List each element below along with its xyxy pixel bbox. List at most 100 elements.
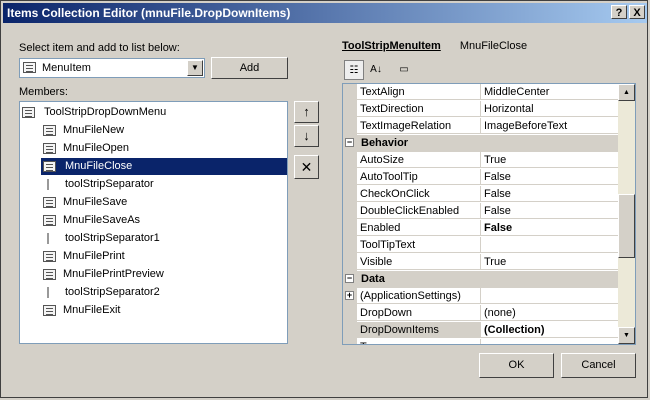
property-scrollbar[interactable]: ▲ ▼ (618, 84, 635, 344)
property-value[interactable]: True (481, 254, 619, 270)
property-name: TextDirection (357, 101, 481, 117)
property-name: T (357, 339, 481, 344)
members-label: Members: (19, 86, 68, 98)
list-item[interactable]: MnuFileOpen (41, 140, 287, 157)
scroll-thumb[interactable] (618, 194, 635, 258)
property-row[interactable]: AutoSize True (343, 152, 619, 169)
property-row[interactable]: T (343, 339, 619, 344)
list-item[interactable]: toolStripSeparator (41, 176, 287, 193)
property-row[interactable]: CheckOnClick False (343, 186, 619, 203)
item-type-combo[interactable]: MenuItem ▼ (19, 58, 205, 78)
property-name: DoubleClickEnabled (357, 203, 481, 219)
property-value[interactable]: MiddleCenter (481, 84, 619, 100)
remove-button[interactable]: ✕ (294, 155, 319, 179)
collapse-icon[interactable]: − (345, 138, 354, 147)
property-value[interactable]: True (481, 152, 619, 168)
list-item[interactable]: MnuFileSave (41, 194, 287, 211)
alphabetical-icon[interactable]: A↓ (366, 60, 386, 80)
property-value[interactable] (481, 339, 619, 344)
category-label: Data (361, 273, 385, 285)
members-tree[interactable]: ToolStripDropDownMenu MnuFileNew MnuFileOp… (19, 101, 288, 344)
scroll-down-icon[interactable]: ▼ (618, 327, 635, 344)
list-item-label: MnuFilePrintPreview (63, 268, 164, 280)
property-row[interactable]: Visible True (343, 254, 619, 271)
cancel-button[interactable]: Cancel (561, 353, 636, 378)
property-value[interactable] (481, 237, 619, 253)
category-label: Behavior (361, 137, 409, 149)
property-value[interactable]: False (481, 220, 619, 236)
dropdown-menu-icon (22, 107, 35, 118)
property-value[interactable]: ImageBeforeText (481, 118, 619, 134)
property-name: TextImageRelation (357, 118, 481, 134)
list-item-label: MnuFileClose (65, 160, 133, 172)
move-up-button[interactable]: ↑ (294, 101, 319, 123)
menu-item-icon (43, 143, 56, 154)
menu-item-icon (43, 161, 56, 172)
arrow-up-icon: ↑ (303, 104, 310, 119)
property-row[interactable]: AutoToolTip False (343, 169, 619, 186)
list-item[interactable]: MnuFileClose (41, 158, 287, 175)
row-gutter (343, 322, 357, 339)
expand-icon[interactable]: + (345, 291, 354, 300)
property-value[interactable]: False (481, 169, 619, 185)
list-item[interactable]: MnuFileNew (41, 122, 287, 139)
list-item[interactable]: MnuFileSaveAs (41, 212, 287, 229)
chevron-down-icon[interactable]: ▼ (187, 60, 203, 76)
property-row[interactable]: DoubleClickEnabled False (343, 203, 619, 220)
property-row[interactable]: DropDownItems (Collection) (343, 322, 619, 339)
property-pages-icon[interactable]: ▭ (394, 60, 414, 80)
property-row[interactable]: TextDirection Horizontal (343, 101, 619, 118)
scroll-up-icon[interactable]: ▲ (618, 84, 635, 101)
select-item-label: Select item and add to list below: (19, 42, 180, 54)
property-row[interactable]: TextImageRelation ImageBeforeText (343, 118, 619, 135)
list-item[interactable]: toolStripSeparator1 (41, 230, 287, 247)
list-item[interactable]: MnuFilePrintPreview (41, 266, 287, 283)
help-button[interactable]: ? (611, 5, 627, 19)
categorized-icon[interactable]: ☷ (344, 60, 364, 80)
property-value[interactable] (481, 288, 619, 304)
list-item[interactable]: toolStripSeparator2 (41, 284, 287, 301)
list-item-label: toolStripSeparator1 (65, 232, 160, 244)
row-gutter (343, 254, 357, 271)
property-grid[interactable]: TDropDownItems(Collection)DropDown(none)… (342, 83, 636, 345)
move-down-button[interactable]: ↓ (294, 125, 319, 147)
collapse-icon[interactable]: − (345, 274, 354, 283)
property-category[interactable]: − Data (343, 271, 619, 288)
menu-item-icon (43, 215, 56, 226)
remove-icon: ✕ (300, 159, 313, 175)
menu-item-icon (43, 197, 56, 208)
separator-icon (47, 233, 49, 244)
row-gutter (343, 152, 357, 169)
ok-button[interactable]: OK (479, 353, 554, 378)
property-value[interactable]: False (481, 203, 619, 219)
row-gutter (343, 220, 357, 237)
property-value[interactable]: False (481, 186, 619, 202)
property-name: (ApplicationSettings) (357, 288, 481, 304)
property-name: Visible (357, 254, 481, 270)
property-name: AutoToolTip (357, 169, 481, 185)
property-row[interactable]: Enabled False (343, 220, 619, 237)
property-name: AutoSize (357, 152, 481, 168)
collection-editor-window: Items Collection Editor (mnuFile.DropDow… (0, 0, 648, 398)
close-button[interactable]: X (629, 5, 645, 19)
property-row[interactable]: + (ApplicationSettings) (343, 288, 619, 305)
property-value[interactable]: Horizontal (481, 101, 619, 117)
tree-root[interactable]: ToolStripDropDownMenu (20, 104, 287, 121)
property-value[interactable]: (none) (481, 305, 619, 321)
property-row[interactable]: DropDown (none) (343, 305, 619, 322)
property-row[interactable]: ToolTipText (343, 237, 619, 254)
row-gutter (343, 305, 357, 322)
property-category[interactable]: − Behavior (343, 135, 619, 152)
property-value[interactable]: (Collection) (481, 322, 619, 338)
menu-item-icon (43, 125, 56, 136)
title-bar[interactable]: Items Collection Editor (mnuFile.DropDow… (3, 3, 647, 23)
add-button[interactable]: Add (211, 57, 288, 79)
list-item[interactable]: MnuFileExit (41, 302, 287, 319)
item-type-value: MenuItem (42, 62, 91, 74)
menu-item-icon (43, 251, 56, 262)
property-row[interactable]: TextAlign MiddleCenter (343, 84, 619, 101)
list-item[interactable]: MnuFilePrint (41, 248, 287, 265)
menu-item-icon (43, 269, 56, 280)
property-header: ToolStripMenuItem MnuFileClose (342, 40, 527, 52)
property-name: Enabled (357, 220, 481, 236)
